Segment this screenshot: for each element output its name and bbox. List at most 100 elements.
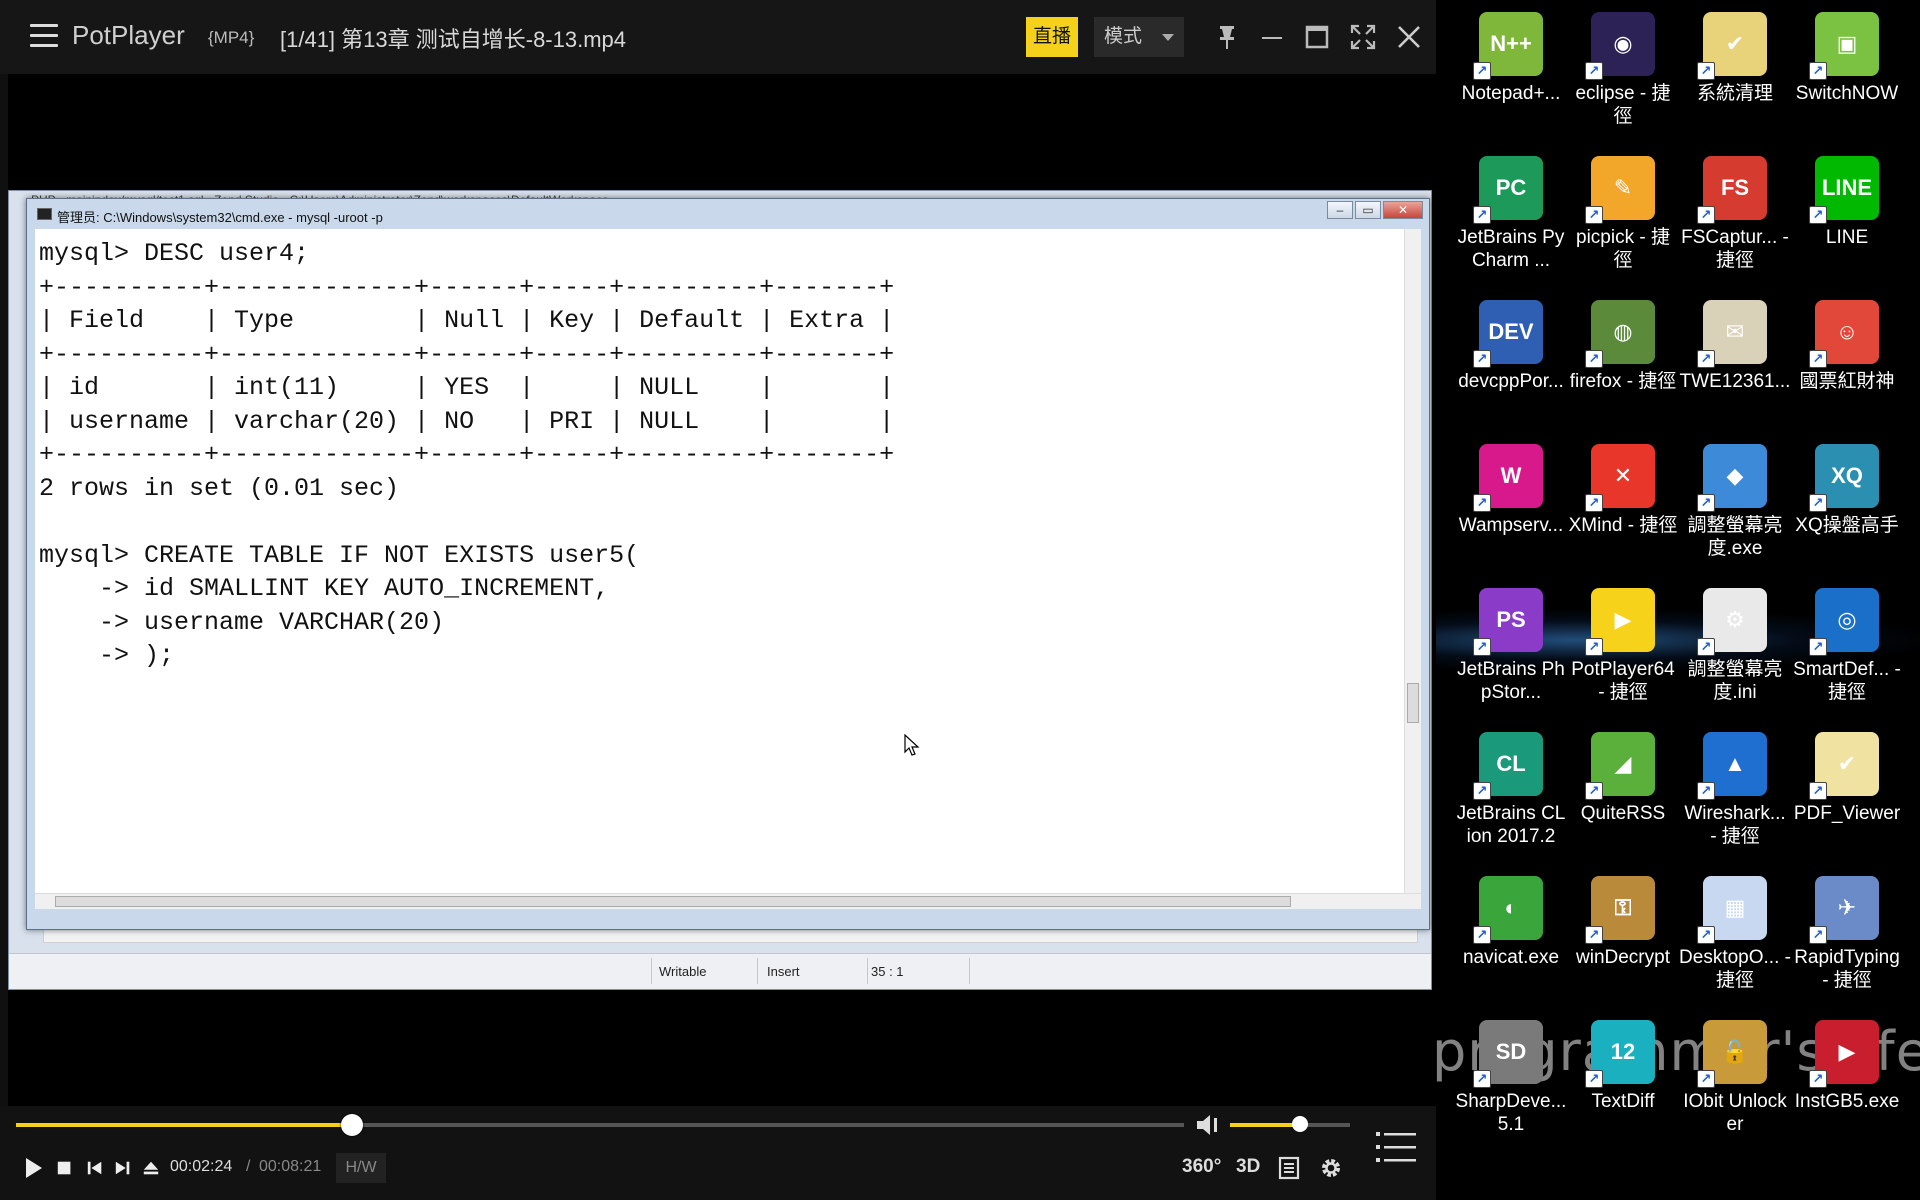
shortcut-arrow-icon: ↗ bbox=[1585, 638, 1603, 656]
desktop-icon[interactable]: ▣ ↗ SwitchNOW bbox=[1791, 2, 1903, 142]
desktop-icon[interactable]: DEV ↗ devcppPor... bbox=[1455, 290, 1567, 430]
desktop-icon[interactable]: ✔ ↗ PDF_Viewer bbox=[1791, 722, 1903, 862]
desktop-icon-label: Notepad+... bbox=[1461, 83, 1561, 104]
shortcut-arrow-icon: ↗ bbox=[1697, 1070, 1715, 1088]
desktop-icon[interactable]: ✔ ↗ 系統清理 bbox=[1679, 2, 1791, 142]
desktop-icon[interactable]: ✈ ↗ RapidTyping - 捷徑 bbox=[1791, 866, 1903, 1006]
desktop-icon[interactable]: ⚿ ↗ winDecrypt bbox=[1567, 866, 1679, 1006]
shortcut-arrow-icon: ↗ bbox=[1473, 1070, 1491, 1088]
desktop-icon-label: XQ操盤高手 bbox=[1795, 515, 1899, 536]
shortcut-arrow-icon: ↗ bbox=[1697, 494, 1715, 512]
minimize-icon[interactable]: – bbox=[1327, 201, 1353, 219]
eject-icon[interactable] bbox=[142, 1156, 160, 1180]
desktop-icon-label: SmartDef... - 捷徑 bbox=[1793, 659, 1901, 703]
shortcut-arrow-icon: ↗ bbox=[1473, 926, 1491, 944]
player-titlebar[interactable]: PotPlayer {MP4} [1/41] 第13章 测试自增长-8-13.m… bbox=[0, 0, 1436, 74]
stop-icon[interactable] bbox=[56, 1156, 74, 1180]
desktop-icon[interactable]: ✕ ↗ XMind - 捷徑 bbox=[1567, 434, 1679, 574]
desktop-icon[interactable]: ◉ ↗ eclipse - 捷徑 bbox=[1567, 2, 1679, 142]
next-icon[interactable] bbox=[114, 1156, 132, 1180]
previous-icon[interactable] bbox=[86, 1156, 104, 1180]
desktop-icon-label: firefox - 捷徑 bbox=[1569, 371, 1677, 392]
volume-icon[interactable] bbox=[1194, 1112, 1222, 1138]
desktop-icon[interactable]: FS ↗ FSCaptur... - 捷徑 bbox=[1679, 146, 1791, 286]
desktop-icon[interactable]: ⚙ ↗ 調整螢幕亮度.ini bbox=[1679, 578, 1791, 718]
settings-gear-icon[interactable] bbox=[1318, 1156, 1344, 1180]
desktop-icon[interactable]: ◍ ↗ firefox - 捷徑 bbox=[1567, 290, 1679, 430]
desktop-icon[interactable]: ◢ ↗ QuiteRSS bbox=[1567, 722, 1679, 862]
seek-bar[interactable] bbox=[16, 1114, 1184, 1136]
desktop-icon[interactable]: ▦ ↗ DesktopO... - 捷徑 bbox=[1679, 866, 1791, 1006]
desktop-icon[interactable]: ✉ ↗ TWE12361... bbox=[1679, 290, 1791, 430]
mode-dropdown[interactable]: 模式 bbox=[1094, 17, 1184, 57]
close-icon[interactable]: ✕ bbox=[1383, 201, 1423, 219]
app-icon: 12 ↗ bbox=[1585, 1020, 1655, 1088]
desktop-icon-label: Wampserv... bbox=[1458, 515, 1564, 536]
desktop-icon[interactable]: ◐ ↗ navicat.exe bbox=[1455, 866, 1567, 1006]
desktop-icon[interactable]: ◎ ↗ SmartDef... - 捷徑 bbox=[1791, 578, 1903, 718]
console-area[interactable]: mysql> DESC user4; +----------+---------… bbox=[35, 229, 1421, 909]
desktop-icon[interactable]: ☺ ↗ 國票紅財神 bbox=[1791, 290, 1903, 430]
desktop-icon[interactable]: ▶ ↗ PotPlayer64 - 捷徑 bbox=[1567, 578, 1679, 718]
desktop-icon-label: QuiteRSS bbox=[1580, 803, 1666, 824]
live-button[interactable]: 直播 bbox=[1026, 17, 1078, 57]
cmd-icon bbox=[37, 208, 52, 220]
desktop-icon-label: SharpDeve... 5.1 bbox=[1455, 1091, 1567, 1135]
app-icon: FS ↗ bbox=[1697, 156, 1767, 224]
cmd-window[interactable]: 管理员: C:\Windows\system32\cmd.exe - mysql… bbox=[26, 198, 1430, 930]
hw-decoding-button[interactable]: H/W bbox=[336, 1153, 386, 1183]
seek-handle[interactable] bbox=[340, 1114, 363, 1136]
app-icon: ✈ ↗ bbox=[1809, 876, 1879, 944]
horizontal-scrollbar[interactable] bbox=[35, 893, 1421, 909]
shortcut-arrow-icon: ↗ bbox=[1473, 638, 1491, 656]
shortcut-arrow-icon: ↗ bbox=[1473, 782, 1491, 800]
3d-button[interactable]: 3D bbox=[1236, 1156, 1260, 1178]
shortcut-arrow-icon: ↗ bbox=[1473, 206, 1491, 224]
volume-handle[interactable] bbox=[1291, 1116, 1308, 1132]
scroll-thumb[interactable] bbox=[55, 896, 1291, 907]
player-controls: 00:02:24 / 00:08:21 H/W 360° 3D bbox=[0, 1106, 1436, 1200]
desktop-icon[interactable]: LINE ↗ LINE bbox=[1791, 146, 1903, 286]
volume-slider[interactable] bbox=[1230, 1116, 1350, 1132]
fullscreen-icon[interactable] bbox=[1348, 22, 1378, 52]
volume-level bbox=[1230, 1123, 1300, 1127]
maximize-icon[interactable] bbox=[1302, 22, 1332, 52]
shortcut-arrow-icon: ↗ bbox=[1809, 926, 1827, 944]
desktop-icon[interactable]: SD ↗ SharpDeve... 5.1 bbox=[1455, 1010, 1567, 1150]
desktop-icon-label: TextDiff bbox=[1591, 1091, 1655, 1112]
desktop-icon-label: 系統清理 bbox=[1696, 83, 1773, 104]
close-icon[interactable] bbox=[1394, 22, 1424, 52]
desktop-icon[interactable]: ✎ ↗ picpick - 捷徑 bbox=[1567, 146, 1679, 286]
desktop-icon[interactable]: W ↗ Wampserv... bbox=[1455, 434, 1567, 574]
app-icon: LINE ↗ bbox=[1809, 156, 1879, 224]
desktop-icon[interactable]: PS ↗ JetBrains PhpStor... bbox=[1455, 578, 1567, 718]
scroll-thumb[interactable] bbox=[1407, 683, 1419, 723]
hamburger-menu-icon[interactable] bbox=[30, 24, 58, 48]
desktop-icon[interactable]: CL ↗ JetBrains CLion 2017.2 bbox=[1455, 722, 1567, 862]
app-icon: ▣ ↗ bbox=[1809, 12, 1879, 80]
shortcut-arrow-icon: ↗ bbox=[1585, 206, 1603, 224]
desktop-icon-label: TWE12361... bbox=[1679, 371, 1791, 392]
time-current: 00:02:24 bbox=[170, 1158, 233, 1175]
desktop-icon[interactable]: ▶ ↗ InstGB5.exe bbox=[1791, 1010, 1903, 1150]
desktop-icon[interactable]: XQ ↗ XQ操盤高手 bbox=[1791, 434, 1903, 574]
cmd-title: 管理员: C:\Windows\system32\cmd.exe - mysql… bbox=[57, 210, 383, 225]
desktop-icon-label: DesktopO... - 捷徑 bbox=[1679, 947, 1791, 991]
desktop-icon[interactable]: ▲ ↗ Wireshark... - 捷徑 bbox=[1679, 722, 1791, 862]
desktop-icon[interactable]: 12 ↗ TextDiff bbox=[1567, 1010, 1679, 1150]
pin-icon[interactable] bbox=[1212, 22, 1242, 52]
chapter-list-icon[interactable] bbox=[1278, 1156, 1300, 1180]
desktop-icon[interactable]: 🔓 ↗ IObit Unlocker bbox=[1679, 1010, 1791, 1150]
app-icon: SD ↗ bbox=[1473, 1020, 1543, 1088]
playlist-icon[interactable] bbox=[1376, 1130, 1416, 1164]
desktop-icon-label: picpick - 捷徑 bbox=[1576, 227, 1670, 271]
desktop-icon[interactable]: PC ↗ JetBrains PyCharm ... bbox=[1455, 146, 1567, 286]
desktop-icon[interactable]: ◆ ↗ 調整螢幕亮度.exe bbox=[1679, 434, 1791, 574]
vertical-scrollbar[interactable] bbox=[1404, 229, 1421, 893]
restore-icon[interactable]: ▭ bbox=[1355, 201, 1381, 219]
minimize-icon[interactable] bbox=[1257, 22, 1287, 52]
desktop-icon[interactable]: N++ ↗ Notepad+... bbox=[1455, 2, 1567, 142]
play-icon[interactable] bbox=[24, 1156, 44, 1180]
vr-360-button[interactable]: 360° bbox=[1182, 1156, 1221, 1178]
desktop-icon-label: 國票紅財神 bbox=[1799, 371, 1895, 392]
